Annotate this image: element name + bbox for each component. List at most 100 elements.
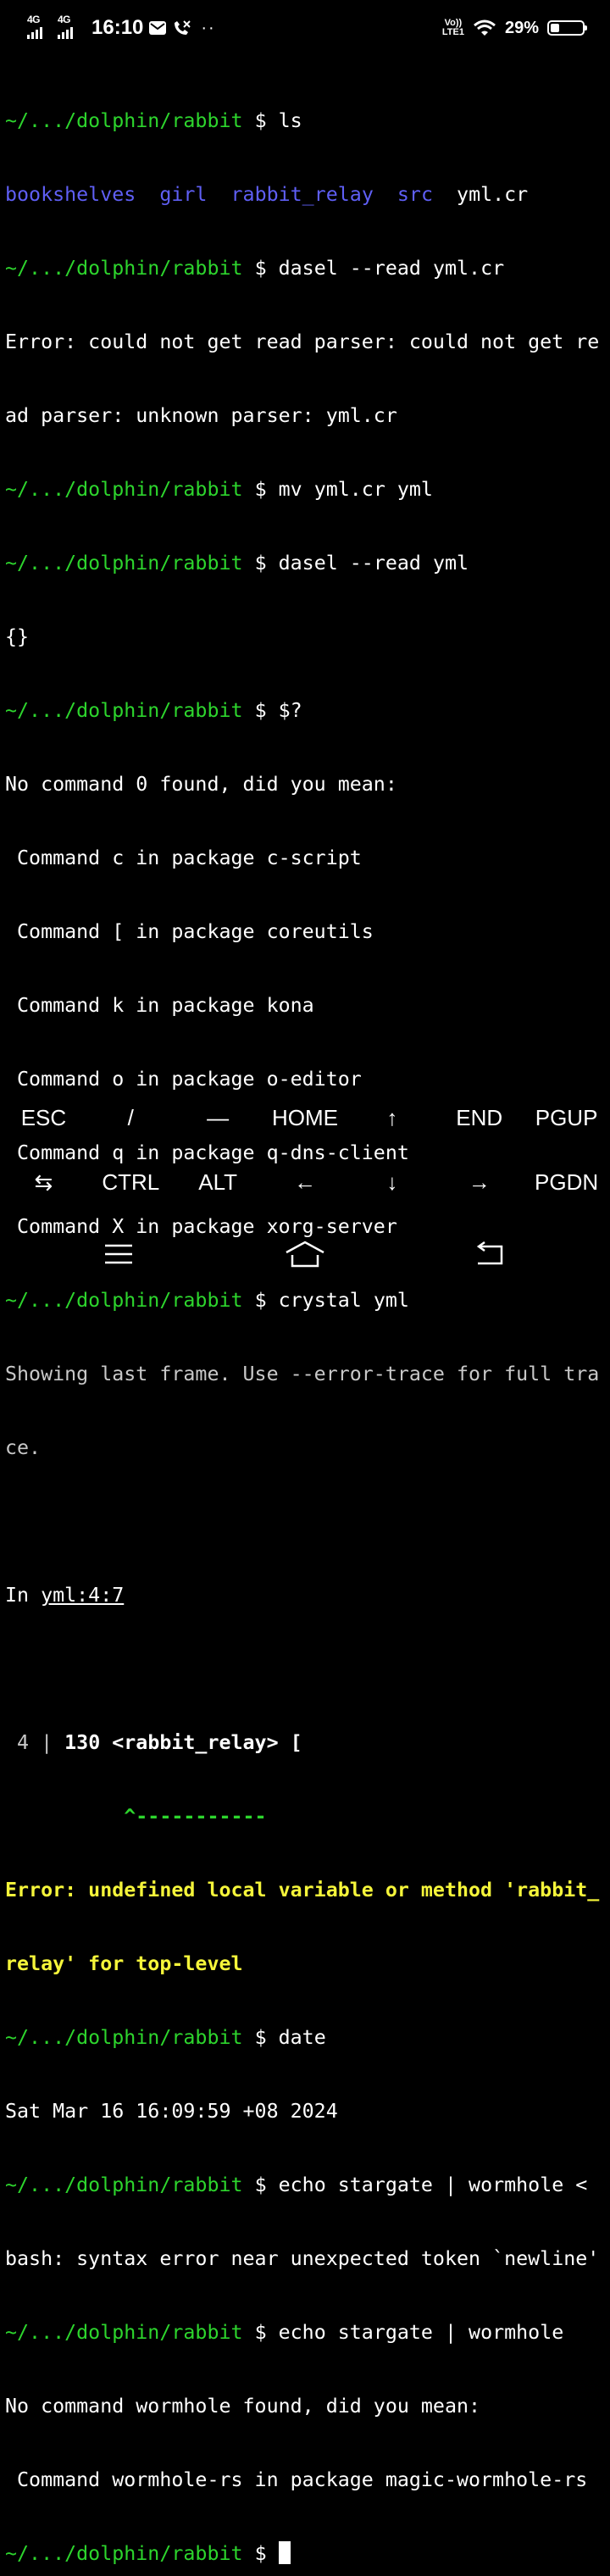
prompt-path: ~/.../dolphin/rabbit (5, 2321, 243, 2344)
key-alt[interactable]: ALT (175, 1169, 262, 1196)
prompt-path: ~/.../dolphin/rabbit (5, 552, 243, 575)
terminal-line: Error: could not get read parser: could … (5, 330, 600, 353)
command-text: echo stargate | wormhole < (278, 2174, 588, 2196)
prompt-symbol: $ (254, 2542, 267, 2565)
ls-directory: girl (159, 183, 208, 206)
command-text: dasel --read yml (278, 552, 469, 575)
terminal-line: Sat Mar 16 16:09:59 +08 2024 (5, 2100, 338, 2123)
terminal-input-line[interactable]: ~/.../dolphin/rabbit $ (5, 2541, 608, 2566)
wifi-icon (473, 19, 496, 37)
key-arrow-up[interactable]: ↑ (348, 1105, 435, 1131)
battery-icon (547, 20, 587, 36)
key-arrow-left[interactable]: ← (262, 1169, 349, 1196)
key-ctrl[interactable]: CTRL (87, 1169, 175, 1196)
key-slash[interactable]: / (87, 1105, 175, 1131)
terminal-line-error: Error: undefined local variable or metho… (5, 1879, 600, 1901)
terminal-line: ~/.../dolphin/rabbit $ $? (5, 698, 608, 723)
prompt-symbol: $ (254, 2026, 267, 2049)
terminal-line: Command [ in package coreutils (5, 920, 374, 943)
terminal-line: Showing last frame. Use --error-trace fo… (5, 1363, 600, 1385)
terminal-line: {} (5, 625, 30, 648)
terminal-line: Command c in package c-script (5, 847, 362, 869)
terminal-line: bash: syntax error near unexpected token… (5, 2247, 600, 2270)
prompt-symbol: $ (254, 109, 267, 132)
command-text: date (278, 2026, 326, 2049)
key-esc[interactable]: ESC (0, 1105, 87, 1131)
terminal-line: ~/.../dolphin/rabbit $ dasel --read yml (5, 551, 608, 575)
ls-directory: rabbit_relay (230, 183, 374, 206)
volte-icon: Vo)) LTE1 (442, 19, 464, 37)
sim1-network-label: 4G (27, 14, 41, 25)
command-text: dasel --read yml.cr (278, 257, 505, 280)
sim2-network-label: 4G (58, 14, 71, 25)
extra-keys-row-2: ⇆ CTRL ALT ← ↓ → PGDN (0, 1169, 610, 1196)
code-text: 130 <rabbit_relay> [ (64, 1731, 302, 1754)
code-line-number: 4 | (5, 1731, 65, 1754)
ls-directory: bookshelves (5, 183, 136, 206)
key-arrow-right[interactable]: → (435, 1169, 523, 1196)
clock: 16:10 (92, 16, 144, 39)
command-text: crystal yml (278, 1289, 409, 1312)
prompt-symbol: $ (254, 257, 267, 280)
battery-level (551, 24, 559, 32)
terminal-line: No command wormhole found, did you mean: (5, 2395, 481, 2418)
prompt-symbol: $ (254, 478, 267, 501)
command-text: mv yml.cr yml (278, 478, 433, 501)
terminal-line: ce. (5, 1436, 42, 1459)
terminal-line: No command 0 found, did you mean: (5, 773, 397, 796)
ls-directory: src (396, 183, 433, 206)
prompt-path: ~/.../dolphin/rabbit (5, 1289, 243, 1312)
more-notifications-indicator: ·· (201, 18, 216, 37)
crystal-source-location: yml:4:7 (41, 1584, 125, 1607)
key-tab[interactable]: ⇆ (0, 1169, 87, 1196)
signal-icon: 4G (27, 14, 53, 41)
terminal-line: Command o in package o-editor (5, 1068, 362, 1091)
command-text: ls (278, 109, 302, 132)
menu-icon[interactable] (93, 1235, 144, 1273)
prompt-symbol: $ (254, 699, 267, 722)
back-icon[interactable] (464, 1235, 515, 1273)
key-pgdn[interactable]: PGDN (523, 1169, 610, 1196)
terminal-line: In yml:4:7 (5, 1583, 608, 1607)
prompt-path: ~/.../dolphin/rabbit (5, 2542, 243, 2565)
status-bar-left: 4G 4G 16:10 ·· (27, 14, 216, 42)
command-text: $? (278, 699, 302, 722)
status-bar-right: Vo)) LTE1 29% (442, 14, 587, 42)
key-pgup[interactable]: PGUP (523, 1105, 610, 1131)
prompt-path: ~/.../dolphin/rabbit (5, 257, 243, 280)
navigation-bar (0, 1220, 610, 1288)
terminal-line: ~/.../dolphin/rabbit $ date (5, 2025, 608, 2050)
missed-call-icon (172, 19, 192, 37)
prompt-path: ~/.../dolphin/rabbit (5, 2174, 243, 2196)
terminal-output[interactable]: ~/.../dolphin/rabbit $ ls bookshelves gi… (5, 59, 608, 2576)
terminal-line: ~/.../dolphin/rabbit $ mv yml.cr yml (5, 477, 608, 502)
mail-icon (148, 19, 167, 36)
prompt-symbol: $ (254, 552, 267, 575)
lte-label: LTE1 (441, 27, 464, 37)
terminal-line: ~/.../dolphin/rabbit $ echo stargate | w… (5, 2173, 608, 2197)
battery-percent: 29% (504, 18, 539, 37)
terminal-line: ad parser: unknown parser: yml.cr (5, 404, 397, 427)
terminal-line: 4 | 130 <rabbit_relay> [ (5, 1730, 608, 1755)
prompt-path: ~/.../dolphin/rabbit (5, 2026, 243, 2049)
terminal-line: ~/.../dolphin/rabbit $ crystal yml (5, 1288, 608, 1313)
prompt-symbol: $ (254, 1289, 267, 1312)
status-bar: 4G 4G 16:10 ·· Vo)) LTE1 29% (0, 0, 610, 56)
extra-keys-row-1: ESC / — HOME ↑ END PGUP (0, 1105, 610, 1131)
home-icon[interactable] (280, 1235, 330, 1273)
key-end[interactable]: END (435, 1105, 523, 1131)
terminal-line: bookshelves girl rabbit_relay src yml.cr (5, 182, 608, 207)
key-arrow-down[interactable]: ↓ (348, 1169, 435, 1196)
code-caret: ^----------- (5, 1805, 267, 1828)
terminal-line: Command k in package kona (5, 994, 314, 1017)
prompt-path: ~/.../dolphin/rabbit (5, 699, 243, 722)
terminal-line: ~/.../dolphin/rabbit $ ls (5, 108, 608, 133)
terminal-line: Command wormhole-rs in package magic-wor… (5, 2468, 588, 2491)
prompt-symbol: $ (254, 2174, 267, 2196)
key-home[interactable]: HOME (262, 1105, 349, 1131)
terminal-line: Command q in package q-dns-client (5, 1141, 409, 1164)
key-dash[interactable]: — (175, 1105, 262, 1131)
text-cursor (278, 2541, 291, 2564)
terminal-line-error: relay' for top-level (5, 1952, 243, 1975)
